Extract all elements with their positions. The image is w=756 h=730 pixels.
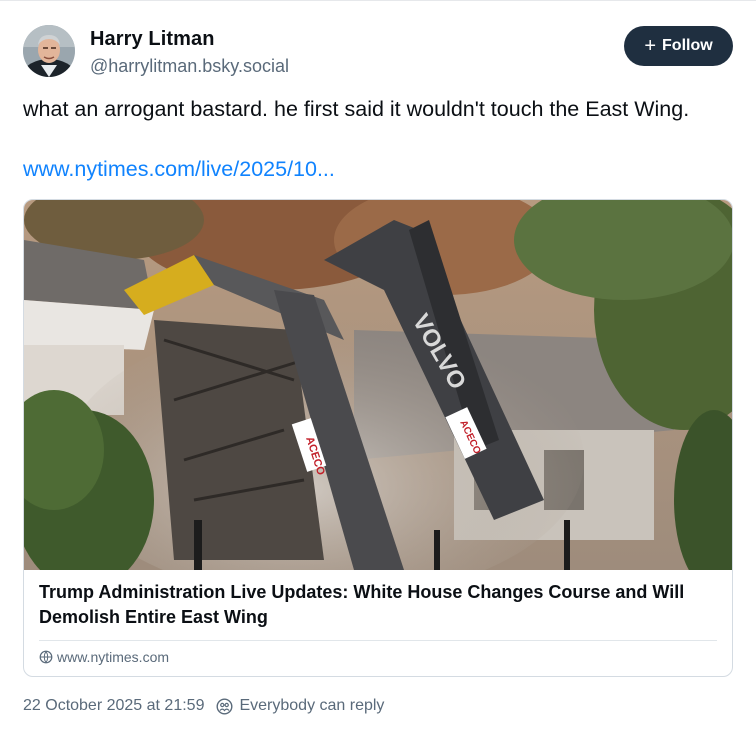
link-preview-domain-text: www.nytimes.com	[57, 649, 170, 665]
author-avatar[interactable]	[23, 25, 75, 77]
reply-setting[interactable]: Everybody can reply	[216, 697, 384, 715]
post-meta: 22 October 2025 at 21:59 Everybody can r…	[23, 697, 384, 715]
author-handle[interactable]: @harrylitman.bsky.social	[90, 56, 289, 77]
follow-button[interactable]: + Follow	[624, 26, 733, 66]
demolition-photo-icon: ACECO VOLVO ACECO	[24, 200, 732, 570]
avatar-photo-icon	[23, 25, 75, 77]
post-timestamp[interactable]: 22 October 2025 at 21:59	[23, 697, 204, 715]
post: Harry Litman @harrylitman.bsky.social + …	[0, 0, 756, 730]
follow-button-label: Follow	[662, 37, 713, 54]
reply-setting-icon	[216, 697, 233, 715]
link-preview-divider	[39, 640, 717, 641]
reply-setting-label: Everybody can reply	[239, 697, 385, 714]
plus-icon: +	[644, 35, 657, 57]
globe-icon	[39, 650, 53, 664]
author-name[interactable]: Harry Litman	[90, 28, 215, 51]
post-text: what an arrogant bastard. he first said …	[23, 97, 690, 121]
link-preview-card[interactable]: ACECO VOLVO ACECO Trump Administration L…	[23, 199, 733, 677]
post-link[interactable]: www.nytimes.com/live/2025/10...	[23, 154, 335, 184]
link-preview-title: Trump Administration Live Updates: White…	[39, 582, 685, 627]
link-preview-domain: www.nytimes.com	[39, 649, 169, 665]
link-preview-image: ACECO VOLVO ACECO	[24, 200, 732, 570]
